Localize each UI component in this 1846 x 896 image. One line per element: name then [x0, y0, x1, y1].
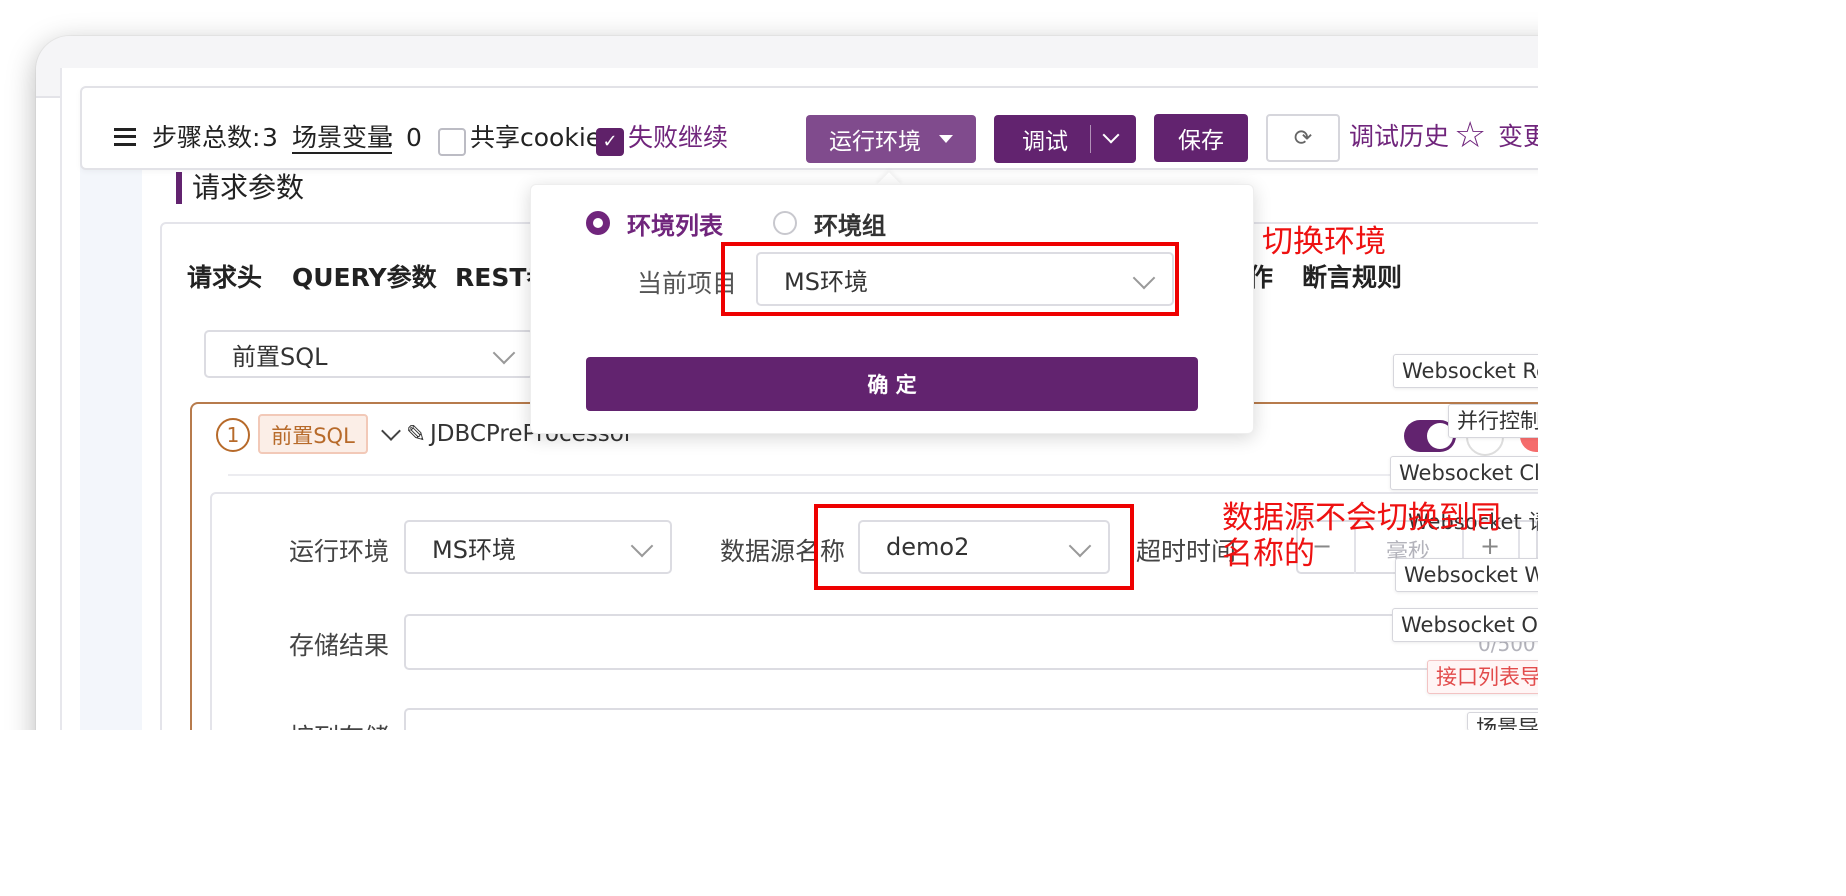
- left-step-bar: [80, 98, 142, 824]
- processor-tag-label: 前置SQL: [271, 424, 355, 448]
- annotation-box-datasource: [814, 504, 1134, 590]
- tab-headers[interactable]: 请求头: [187, 258, 262, 294]
- scene-vars-colon: :: [386, 123, 395, 152]
- run-env-button-label: 运行环境: [829, 129, 921, 155]
- run-env-label: 运行环境: [289, 537, 390, 566]
- step-total-value: 3: [262, 123, 278, 152]
- edit-icon[interactable]: ✎: [406, 420, 426, 448]
- refresh-button[interactable]: ⟳: [1266, 114, 1340, 162]
- run-env-select[interactable]: MS环境: [404, 520, 672, 574]
- menu-icon[interactable]: [114, 128, 136, 146]
- save-button-label: 保存: [1178, 128, 1224, 154]
- tab-assertion-rules[interactable]: 断言规则: [1302, 258, 1402, 294]
- annotation-switch-env: 切换环境: [1262, 224, 1386, 260]
- chevron-down-icon[interactable]: [1102, 126, 1120, 144]
- window-right-edge: [1510, 30, 1538, 730]
- run-env-select-value: MS环境: [432, 535, 516, 564]
- save-button[interactable]: 保存: [1154, 114, 1248, 162]
- env-list-label[interactable]: 环境列表: [627, 206, 723, 241]
- env-list-radio[interactable]: [586, 211, 610, 235]
- timeout-label: 超时时间: [1136, 537, 1237, 566]
- debug-button-label: 调试: [1022, 129, 1068, 155]
- fail-continue-label: 失败继续: [628, 123, 729, 152]
- tab-query-params[interactable]: QUERY参数: [292, 258, 437, 294]
- pre-sql-select-value: 前置SQL: [232, 342, 328, 371]
- debug-history-link[interactable]: 调试历史: [1349, 97, 1449, 177]
- step-total-colon: :: [252, 123, 261, 152]
- scene-vars-link[interactable]: 场景变量: [292, 98, 392, 178]
- button-divider: [1090, 125, 1091, 153]
- store-result-label: 存储结果: [289, 631, 390, 660]
- annotation-datasource-line2: 名称的: [1222, 536, 1315, 572]
- share-cookie-label: 共享cookie: [470, 123, 602, 152]
- share-cookie-checkbox[interactable]: [438, 128, 466, 156]
- env-group-radio[interactable]: [773, 211, 797, 235]
- processor-tag: 前置SQL: [258, 414, 368, 454]
- caret-down-icon: [939, 135, 953, 143]
- step-total-label: 步骤总数: [152, 123, 253, 152]
- chevron-down-icon: [492, 341, 516, 365]
- confirm-button-label: 确 定: [867, 373, 917, 397]
- fail-continue-checkbox[interactable]: ✓: [596, 128, 624, 156]
- bottom-margin: [0, 730, 1846, 896]
- env-group-label[interactable]: 环境组: [814, 206, 886, 241]
- store-by-column-label: 按列存储: [289, 718, 389, 730]
- confirm-button[interactable]: 确 定: [586, 357, 1198, 411]
- step-index: 1: [226, 423, 240, 447]
- refresh-icon: ⟳: [1293, 125, 1313, 151]
- scene-vars-value: 0: [406, 123, 422, 152]
- store-result-input[interactable]: [404, 614, 1554, 670]
- annotation-box-current-project: [721, 242, 1179, 316]
- step-index-badge: 1: [216, 418, 250, 452]
- run-env-button[interactable]: 运行环境: [806, 115, 976, 163]
- star-icon[interactable]: ☆: [1454, 116, 1486, 156]
- chevron-down-icon: [630, 534, 654, 558]
- debug-button[interactable]: 调试: [994, 115, 1136, 163]
- pre-sql-select[interactable]: 前置SQL: [204, 330, 534, 378]
